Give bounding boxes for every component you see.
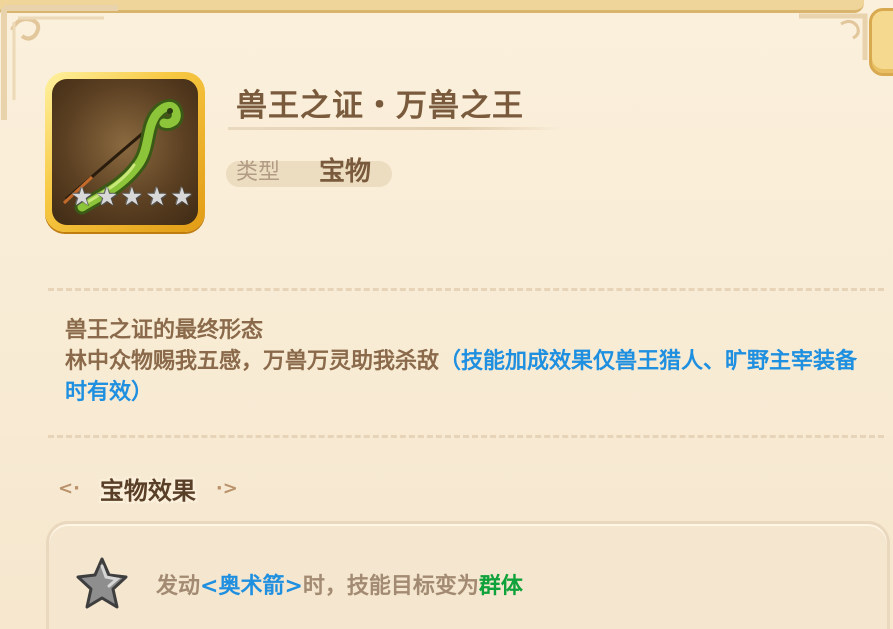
item-type-value: 宝物: [319, 157, 372, 187]
description-line: 林中众物赐我五感，万兽万灵助我杀敌（技能加成效果仅兽王猎人、旷野主宰装备时有效）: [65, 346, 865, 408]
divider: [48, 288, 884, 291]
corner-ornament-top-right: [799, 13, 868, 60]
item-icon-background: ★ ★ ★ ★ ★: [52, 79, 198, 225]
ornament-right-icon: ·>: [215, 477, 238, 499]
ornament-left-icon: <·: [58, 477, 80, 499]
effect-skill-name: <奥术箭>: [200, 574, 303, 599]
item-detail-panel: ★ ★ ★ ★ ★ 兽王之证・万兽之王 类型 宝物 兽王之证的最终形态 林中众物…: [0, 0, 893, 629]
item-icon-frame: ★ ★ ★ ★ ★: [45, 72, 205, 232]
title-underline: [228, 127, 564, 130]
description-line: 兽王之证的最终形态: [65, 318, 264, 343]
section-title: 宝物效果: [99, 476, 196, 505]
section-header: <· 宝物效果 ·>: [52, 468, 244, 508]
item-star-rating: ★ ★ ★ ★ ★: [70, 182, 194, 211]
effect-prefix: 发动: [156, 574, 201, 599]
gray-star-icon: [76, 557, 128, 609]
rating-star-icon: ★: [95, 182, 119, 211]
effect-target: 群体: [478, 574, 523, 599]
effect-description: 发动<奥术箭>时，技能目标变为群体: [156, 568, 523, 600]
panel-side-tab[interactable]: [869, 8, 893, 76]
rating-star-icon: ★: [145, 182, 169, 211]
rating-star-icon: ★: [170, 182, 194, 211]
item-title: 兽王之证・万兽之王: [236, 88, 524, 124]
item-description: 兽王之证的最终形态 林中众物赐我五感，万兽万灵助我杀敌（技能加成效果仅兽王猎人、…: [65, 315, 865, 408]
effect-middle: 时，技能目标变为: [302, 574, 479, 599]
rating-star-icon: ★: [120, 182, 144, 211]
description-flavor: 林中众物赐我五感，万兽万灵助我杀敌: [65, 349, 440, 374]
divider: [48, 435, 884, 438]
rating-star-icon: ★: [70, 182, 94, 211]
item-type-label: 类型: [236, 160, 281, 185]
